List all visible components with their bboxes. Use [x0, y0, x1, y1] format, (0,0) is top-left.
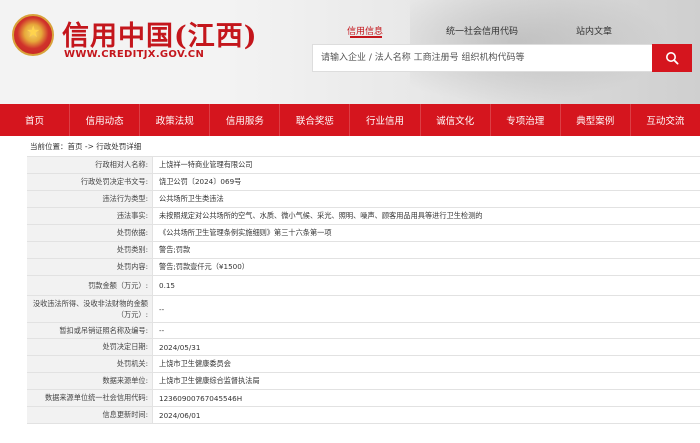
- detail-row: 处罚机关: 上饶市卫生健康委员会: [27, 356, 700, 373]
- detail-value: 2024/06/01: [159, 410, 201, 420]
- detail-value: 《公共场所卫生管理条例实施细则》第三十六条第一项: [159, 228, 332, 237]
- detail-row: 行政处罚决定书文号: 饶卫公罚〔2024〕069号: [27, 174, 700, 191]
- search-input[interactable]: [313, 45, 651, 71]
- nav-joint-rewards-penalties[interactable]: 联合奖惩: [280, 104, 351, 136]
- tab-site-articles[interactable]: 站内文章: [576, 24, 612, 37]
- detail-row: 违法行为类型: 公共场所卫生类违法: [27, 191, 700, 208]
- detail-label: 违法行为类型:: [27, 191, 153, 207]
- detail-label: 数据来源单位:: [27, 373, 153, 389]
- nav-typical-cases[interactable]: 典型案例: [561, 104, 631, 136]
- national-emblem-icon: [12, 14, 54, 56]
- active-tab-indicator: [350, 36, 382, 38]
- detail-value: 未按照规定对公共场所的空气、水质、微小气候、采光、照明、噪声、顾客用品用具等进行…: [159, 211, 483, 220]
- search-button[interactable]: [652, 44, 692, 72]
- detail-value: 饶卫公罚〔2024〕069号: [159, 177, 242, 186]
- search-box: [312, 44, 692, 72]
- detail-row: 处罚决定日期: 2024/05/31: [27, 339, 700, 356]
- nav-special-governance[interactable]: 专项治理: [491, 104, 561, 136]
- tab-unified-social-credit-code[interactable]: 统一社会信用代码: [446, 24, 518, 37]
- detail-row: 行政相对人名称: 上饶祥一特商业管理有限公司: [27, 157, 700, 174]
- detail-value: 12360900767045546H: [159, 393, 243, 403]
- detail-row: 处罚类别: 警告;罚款: [27, 242, 700, 259]
- detail-value: 上饶市卫生健康综合监督执法局: [159, 376, 260, 385]
- nav-policies[interactable]: 政策法规: [140, 104, 211, 136]
- site-title[interactable]: 信用中国(江西): [62, 14, 258, 53]
- detail-row: 处罚依据: 《公共场所卫生管理条例实施细则》第三十六条第一项: [27, 225, 700, 242]
- site-domain: WWW.CREDITJX.GOV.CN: [64, 49, 205, 60]
- nav-home[interactable]: 首页: [0, 104, 71, 136]
- detail-label: 处罚机关:: [27, 356, 153, 372]
- detail-label: 数据来源单位统一社会信用代码:: [27, 390, 153, 406]
- nav-credit-news[interactable]: 信用动态: [70, 104, 141, 136]
- detail-value: 上饶市卫生健康委员会: [159, 359, 231, 368]
- detail-row: 违法事实: 未按照规定对公共场所的空气、水质、微小气候、采光、照明、噪声、顾客用…: [27, 208, 700, 225]
- detail-label: 信息更新时间:: [27, 407, 153, 423]
- detail-label: 罚款金额（万元）:: [27, 276, 153, 295]
- detail-value: 警告;罚款: [159, 245, 191, 254]
- detail-row: 罚款金额（万元）: 0.15: [27, 276, 700, 296]
- detail-row: 数据来源单位: 上饶市卫生健康综合监督执法局: [27, 373, 700, 390]
- search-icon: [666, 52, 679, 65]
- detail-row: 没收违法所得、没收非法财物的金额（万元）: --: [27, 296, 700, 323]
- detail-value: --: [159, 304, 165, 314]
- detail-label: 没收违法所得、没收非法财物的金额（万元）:: [27, 296, 153, 322]
- detail-label: 行政相对人名称:: [27, 157, 153, 173]
- nav-credit-services[interactable]: 信用服务: [210, 104, 281, 136]
- penalty-detail-table: 行政相对人名称: 上饶祥一特商业管理有限公司 行政处罚决定书文号: 饶卫公罚〔2…: [27, 156, 700, 424]
- site-header: 信用中国(江西) WWW.CREDITJX.GOV.CN 信用信息 统一社会信用…: [0, 0, 700, 104]
- detail-label: 行政处罚决定书文号:: [27, 174, 153, 190]
- detail-row: 处罚内容: 警告;罚款壹仟元（¥1500）: [27, 259, 700, 276]
- detail-label: 违法事实:: [27, 208, 153, 224]
- detail-label: 处罚决定日期:: [27, 339, 153, 355]
- detail-row: 数据来源单位统一社会信用代码: 12360900767045546H: [27, 390, 700, 407]
- detail-value: 0.15: [159, 281, 176, 290]
- detail-label: 处罚内容:: [27, 259, 153, 275]
- nav-interaction[interactable]: 互动交流: [631, 104, 700, 136]
- detail-value: --: [159, 326, 165, 335]
- detail-row: 信息更新时间: 2024/06/01: [27, 407, 700, 424]
- nav-integrity-culture[interactable]: 诚信文化: [421, 104, 491, 136]
- detail-label: 处罚依据:: [27, 225, 153, 241]
- detail-row: 暂扣或吊销证照名称及编号: --: [27, 323, 700, 339]
- detail-value: 警告;罚款壹仟元（¥1500）: [159, 262, 249, 271]
- nav-industry-credit[interactable]: 行业信用: [350, 104, 421, 136]
- detail-label: 处罚类别:: [27, 242, 153, 258]
- breadcrumb: 当前位置：首页 -> 行政处罚详细: [30, 142, 142, 151]
- detail-value: 2024/05/31: [159, 342, 201, 352]
- detail-value: 公共场所卫生类违法: [159, 194, 224, 203]
- main-nav: 首页 信用动态 政策法规 信用服务 联合奖惩 行业信用 诚信文化 专项治理 典型…: [0, 104, 700, 136]
- detail-label: 暂扣或吊销证照名称及编号:: [27, 323, 153, 338]
- detail-value: 上饶祥一特商业管理有限公司: [159, 160, 253, 169]
